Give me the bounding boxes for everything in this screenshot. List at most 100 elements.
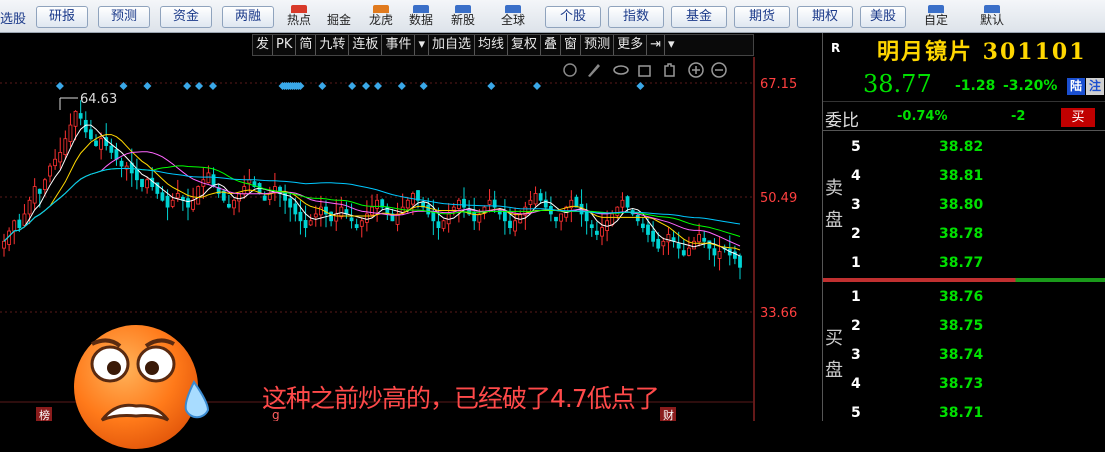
ask-price: 38.80 bbox=[939, 197, 984, 213]
tag-lu[interactable]: 陆 bbox=[1067, 78, 1085, 95]
bid-row[interactable]: 3 38.74 bbox=[823, 342, 1105, 371]
ask-row[interactable]: 5 38.82 bbox=[823, 134, 1105, 163]
candle-body bbox=[12, 220, 17, 232]
chart-tool-more[interactable]: 更多 bbox=[614, 35, 648, 55]
event-marker[interactable] bbox=[636, 82, 645, 90]
candle-body bbox=[119, 160, 124, 167]
zoom-out-icon[interactable] bbox=[711, 62, 727, 78]
candle-body bbox=[22, 213, 27, 226]
candle-body bbox=[686, 247, 691, 256]
chart-tool-window[interactable]: 窗 bbox=[561, 35, 582, 55]
candle-body bbox=[615, 206, 620, 216]
event-marker[interactable] bbox=[348, 82, 357, 90]
event-marker[interactable] bbox=[55, 82, 64, 90]
ask-price: 38.81 bbox=[939, 168, 984, 184]
hand-icon[interactable] bbox=[664, 63, 675, 77]
candle-body bbox=[364, 213, 369, 223]
chart-tool-adjust[interactable]: 复权 bbox=[508, 35, 542, 55]
buy-button[interactable]: 买 bbox=[1061, 108, 1095, 127]
ask-level: 5 bbox=[851, 139, 861, 155]
candle-body bbox=[666, 234, 671, 243]
bottom-flag-1-label: 榜 bbox=[39, 408, 50, 421]
toolbar-button-fund[interactable]: 基金 bbox=[671, 6, 727, 28]
event-marker[interactable] bbox=[397, 82, 406, 90]
candle-body bbox=[692, 240, 696, 250]
chart-tool-pk[interactable]: PK bbox=[273, 35, 297, 55]
event-marker[interactable] bbox=[487, 82, 496, 90]
toolbar-data[interactable]: 数据 bbox=[404, 5, 438, 31]
event-marker[interactable] bbox=[362, 82, 371, 90]
lock-icon[interactable] bbox=[638, 65, 651, 77]
tag-zhu[interactable]: 注 bbox=[1086, 78, 1104, 95]
event-marker[interactable] bbox=[532, 82, 541, 90]
toolbar-button-stock[interactable]: 个股 bbox=[545, 6, 601, 28]
candle-body bbox=[477, 213, 482, 223]
candle-body bbox=[502, 210, 507, 222]
toolbar-global-label: 全球 bbox=[500, 13, 525, 27]
chart-tool-brief[interactable]: 简 bbox=[296, 35, 317, 55]
candle-body bbox=[574, 196, 579, 208]
toolbar-global[interactable]: 全球 bbox=[496, 5, 530, 31]
bid-level: 1 bbox=[851, 289, 861, 305]
bid-row[interactable]: 5 38.71 bbox=[823, 400, 1105, 429]
toolbar-button-research[interactable]: 研报 bbox=[36, 6, 88, 28]
ask-row[interactable]: 4 38.81 bbox=[823, 163, 1105, 192]
toolbar-button-funds[interactable]: 资金 bbox=[160, 6, 212, 28]
eye-icon[interactable] bbox=[613, 65, 629, 75]
candle-body bbox=[94, 140, 98, 146]
ask-level: 4 bbox=[851, 168, 861, 184]
toolbar-button-margin[interactable]: 两融 bbox=[222, 6, 274, 28]
candle-body bbox=[196, 186, 201, 205]
candle-body bbox=[145, 179, 150, 189]
bid-row[interactable]: 4 38.73 bbox=[823, 371, 1105, 400]
toolbar-custom[interactable]: 自定 bbox=[916, 5, 956, 31]
ask-row[interactable]: 1 38.77 bbox=[823, 250, 1105, 279]
ask-row[interactable]: 2 38.78 bbox=[823, 221, 1105, 250]
candle-body bbox=[160, 192, 165, 201]
chart-tool-add-watchlist[interactable]: 加自选 bbox=[429, 35, 475, 55]
toolbar-button-usstock[interactable]: 美股 bbox=[860, 6, 906, 28]
chart-tool-overlay[interactable]: 叠 bbox=[541, 35, 562, 55]
kline-chart[interactable]: 67.15 50.49 33.66 64.63 榜 g 财 这种之前炒高的，已经… bbox=[0, 57, 822, 449]
candle-body bbox=[656, 238, 661, 249]
market-badge: R bbox=[831, 41, 841, 55]
candle-body bbox=[58, 152, 63, 163]
chart-tool-icons bbox=[563, 62, 727, 78]
candle-body bbox=[134, 169, 139, 181]
order-ratio-row: 委比 -0.74% -2 买 bbox=[823, 101, 1105, 131]
settings-icon[interactable] bbox=[563, 63, 577, 77]
chart-tool-limit-board[interactable]: 连板 bbox=[349, 35, 383, 55]
chart-tool-expand[interactable]: ⇥ bbox=[647, 35, 665, 55]
chart-tool-dropdown[interactable]: ▾ bbox=[665, 35, 678, 55]
chart-tool-events[interactable]: 事件 bbox=[382, 35, 416, 55]
toolbar-button-forecast[interactable]: 预测 bbox=[98, 6, 150, 28]
candle-body bbox=[27, 199, 32, 215]
toolbar-button-futures[interactable]: 期货 bbox=[734, 6, 790, 28]
ask-row[interactable]: 3 38.80 bbox=[823, 192, 1105, 221]
candle-body bbox=[339, 206, 344, 218]
chart-tool-forecast[interactable]: 预测 bbox=[581, 35, 615, 55]
toolbar-hotspot[interactable]: 热点 bbox=[282, 5, 316, 31]
toolbar-newstock[interactable]: 新股 bbox=[446, 5, 480, 31]
bid-row[interactable]: 2 38.75 bbox=[823, 313, 1105, 342]
chart-tool-nine-turn[interactable]: 九转 bbox=[316, 35, 350, 55]
event-marker[interactable] bbox=[183, 82, 192, 90]
toolbar-dragon[interactable]: 龙虎 bbox=[364, 5, 398, 31]
candle-body bbox=[232, 199, 236, 209]
zoom-in-icon[interactable] bbox=[688, 62, 704, 78]
chart-tool-ma[interactable]: 均线 bbox=[475, 35, 509, 55]
chart-tool-send[interactable]: 发 bbox=[253, 35, 274, 55]
toolbar-button-options[interactable]: 期权 bbox=[797, 6, 853, 28]
ask-level: 2 bbox=[851, 226, 861, 242]
candle-body bbox=[313, 213, 318, 218]
toolbar-button-index[interactable]: 指数 bbox=[608, 6, 664, 28]
toolbar-digging[interactable]: 掘金 bbox=[322, 5, 356, 31]
order-diff-value: -2 bbox=[1011, 109, 1026, 124]
chart-toolbar: 发 PK 简 九转 连板 事件 ▾ 加自选 均线 复权 叠 窗 预测 更多 ⇥ … bbox=[252, 34, 754, 56]
bid-row[interactable]: 1 38.76 bbox=[823, 284, 1105, 313]
candle-body bbox=[48, 165, 52, 177]
toolbar-default[interactable]: 默认 bbox=[972, 5, 1012, 31]
chart-tool-events-dropdown[interactable]: ▾ bbox=[415, 35, 429, 55]
toolbar-cut-label[interactable]: 选股 bbox=[0, 8, 26, 27]
brush-icon[interactable] bbox=[588, 64, 600, 77]
